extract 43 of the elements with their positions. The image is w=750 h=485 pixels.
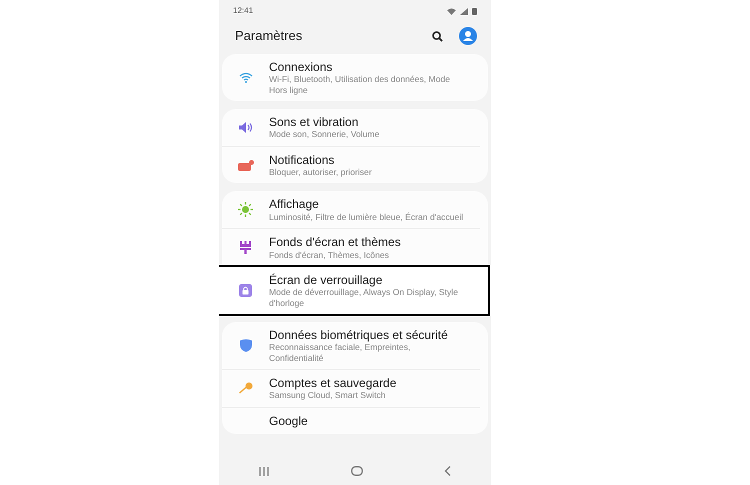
settings-item[interactable]: Sons et vibration Mode son, Sonnerie, Volume xyxy=(222,109,480,147)
item-title: Écran de verrouillage xyxy=(269,272,384,288)
item-description: Mode son, Sonnerie, Volume xyxy=(269,129,380,140)
home-icon[interactable] xyxy=(350,466,362,476)
item-description: Samsung Cloud, Smart Switch xyxy=(269,390,387,401)
item-description: Bloquer, autoriser, prioriser xyxy=(269,167,372,178)
item-title: Google xyxy=(269,414,308,428)
item-description: Reconnaissance faciale, Empreintes, Confidentialité xyxy=(269,342,412,363)
highlighted-settings-item[interactable]: Écran de verrouillage Mode de déverrouillage, Always On Display, Style d'horloge xyxy=(219,266,488,314)
item-title: Sons et vibration xyxy=(269,115,360,130)
shield-icon xyxy=(240,338,252,352)
wifi-signal-icon xyxy=(447,8,456,14)
item-description: Wi-Fi, Bluetooth, Utilisation des données, Mode Hors ligne xyxy=(269,74,452,96)
item-description: Luminosité, Filtre de lumière bleue, Écran d'accueil xyxy=(269,212,464,222)
item-title: Données biométriques et sécurité xyxy=(269,328,449,342)
sun-icon xyxy=(238,202,253,218)
speaker-icon xyxy=(238,122,252,133)
settings-item[interactable]: Données biométriques et sécurité Reconnaissance faciale, Empreintes, Confidentialité xyxy=(222,322,480,370)
settings-item[interactable]: Affichage Luminosité, Filtre de lumière bleue, Écran d'accueil xyxy=(222,191,480,230)
page-title: Paramètres xyxy=(235,27,302,46)
battery-icon xyxy=(472,7,477,15)
cellular-signal-icon xyxy=(460,8,468,14)
item-description: Fonds d'écran, Thèmes, Icônes xyxy=(269,250,390,260)
notification-icon xyxy=(238,160,254,171)
settings-item[interactable]: Connexions Wi-Fi, Bluetooth, Utilisation des données, Mode Hors ligne xyxy=(222,54,480,102)
recent-apps-icon[interactable] xyxy=(259,466,269,476)
brush-icon xyxy=(240,240,251,254)
back-icon[interactable] xyxy=(444,466,451,476)
key-icon xyxy=(238,382,252,394)
item-title: Comptes et sauvegarde xyxy=(269,376,396,390)
profile-icon[interactable] xyxy=(459,27,477,45)
item-title: Fonds d'écran et thèmes xyxy=(269,235,401,250)
wifi-icon xyxy=(238,72,252,83)
item-title: Connexions xyxy=(269,60,334,74)
item-title: Notifications xyxy=(269,152,336,168)
settings-item[interactable]: Google xyxy=(222,408,480,434)
item-description: Mode de déverrouillage, Always On Display, Style d'horloge xyxy=(269,287,459,308)
lock-icon xyxy=(239,284,252,297)
settings-item[interactable]: Comptes et sauvegarde Samsung Cloud, Smart Switch xyxy=(222,370,480,408)
item-title: Affichage xyxy=(269,197,320,212)
settings-item[interactable]: Notifications Bloquer, autoriser, prioriser xyxy=(222,146,480,184)
search-icon[interactable] xyxy=(432,30,443,42)
status-time: 12:41 xyxy=(233,5,254,17)
